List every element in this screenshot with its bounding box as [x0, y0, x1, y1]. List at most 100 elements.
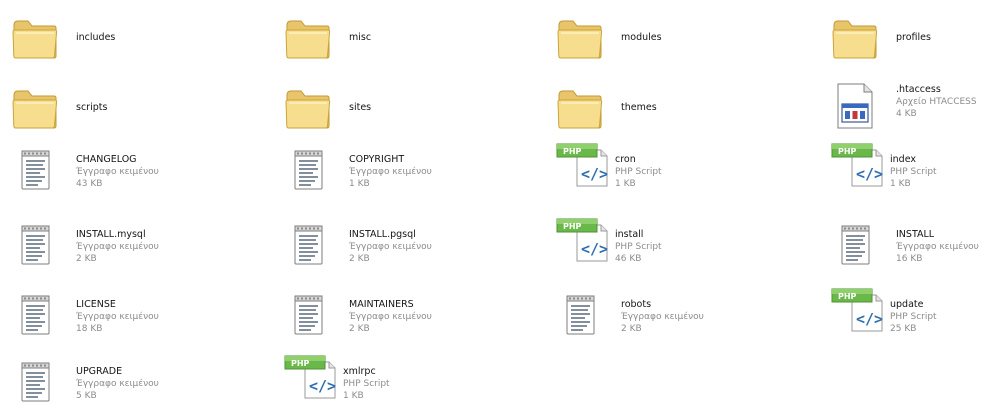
text-document-icon — [838, 223, 894, 283]
file-item-text: MAINTAINERS Έγγραφο κειμένου 2 KB — [349, 299, 524, 335]
file-type: PHP Script — [890, 312, 937, 322]
file-item-scripts[interactable]: scripts — [10, 84, 260, 144]
file-item-text: includes — [76, 32, 251, 44]
file-size: 1 KB — [349, 179, 370, 189]
php-script-icon: PHP </> — [555, 142, 611, 202]
text-document-icon — [291, 223, 347, 283]
folder-icon — [555, 86, 611, 146]
file-type: PHP Script — [890, 167, 937, 177]
file-item-install[interactable]: PHP </> install PHP Script 46 KB — [555, 218, 805, 283]
file-item-text: COPYRIGHT Έγγραφο κειμένου 1 KB — [349, 154, 524, 190]
file-item-text: modules — [621, 32, 796, 44]
text-document-icon — [291, 293, 347, 353]
file-item-xmlrpc[interactable]: PHP </> xmlrpc PHP Script 1 KB — [283, 355, 533, 415]
file-item-cron[interactable]: PHP </> cron PHP Script 1 KB — [555, 143, 805, 208]
file-item-upgrade[interactable]: UPGRADE Έγγραφο κειμένου 5 KB — [10, 360, 260, 415]
file-size: 25 KB — [890, 324, 917, 334]
text-document-icon — [18, 148, 74, 208]
file-name: cron — [615, 154, 636, 165]
file-item-update[interactable]: PHP </> update PHP Script 25 KB — [830, 288, 1006, 353]
file-item-misc[interactable]: misc — [283, 14, 533, 74]
htaccess-file-icon — [832, 82, 888, 142]
file-size: 1 KB — [890, 179, 911, 189]
file-item-includes[interactable]: includes — [10, 14, 260, 74]
file-item-text: sites — [349, 102, 524, 114]
svg-text:PHP: PHP — [838, 147, 857, 156]
file-item-text: CHANGELOG Έγγραφο κειμένου 43 KB — [76, 154, 251, 190]
file-name: MAINTAINERS — [349, 299, 414, 310]
file-item-text: update PHP Script 25 KB — [890, 299, 1006, 335]
file-type: Έγγραφο κειμένου — [76, 379, 159, 389]
file-item-copyright[interactable]: COPYRIGHT Έγγραφο κειμένου 1 KB — [283, 148, 533, 208]
file-type: Έγγραφο κειμένου — [76, 167, 159, 177]
svg-text:PHP: PHP — [563, 222, 582, 231]
file-name: scripts — [76, 102, 108, 113]
file-item-robots[interactable]: robots Έγγραφο κειμένου 2 KB — [555, 293, 805, 353]
file-name: modules — [621, 32, 662, 43]
file-name: robots — [621, 299, 652, 310]
file-name: update — [890, 299, 924, 310]
file-item-text: profiles — [896, 32, 1006, 44]
folder-icon — [283, 86, 339, 146]
file-name: misc — [349, 32, 372, 43]
svg-text:PHP: PHP — [838, 292, 857, 301]
file-name: xmlrpc — [343, 366, 376, 377]
file-item-text: UPGRADE Έγγραφο κειμένου 5 KB — [76, 366, 251, 402]
file-item-themes[interactable]: themes — [555, 84, 805, 144]
file-type: Έγγραφο κειμένου — [621, 312, 704, 322]
file-size: 4 KB — [896, 109, 917, 119]
file-item-install[interactable]: INSTALL Έγγραφο κειμένου 16 KB — [830, 223, 1006, 283]
file-size: 18 KB — [76, 324, 103, 334]
file-item-text: INSTALL Έγγραφο κειμένου 16 KB — [896, 229, 1006, 265]
file-name: INSTALL — [896, 229, 935, 240]
file-size: 2 KB — [349, 254, 370, 264]
file-type: Αρχείο HTACCESS — [896, 97, 977, 107]
file-item-text: misc — [349, 32, 524, 44]
svg-text:</>: </> — [856, 310, 883, 328]
file-name: .htaccess — [896, 84, 941, 95]
file-size: 2 KB — [621, 324, 642, 334]
file-size: 46 KB — [615, 254, 642, 264]
file-type: PHP Script — [615, 242, 662, 252]
file-item-text: install PHP Script 46 KB — [615, 229, 790, 265]
file-type: Έγγραφο κειμένου — [349, 312, 432, 322]
file-name: INSTALL.pgsql — [349, 229, 416, 240]
file-item-sites[interactable]: sites — [283, 84, 533, 144]
file-item-profiles[interactable]: profiles — [830, 14, 1006, 74]
text-document-icon — [18, 293, 74, 353]
file-item-text: robots Έγγραφο κειμένου 2 KB — [621, 299, 796, 335]
php-script-icon: PHP </> — [283, 354, 339, 414]
file-name: CHANGELOG — [76, 154, 137, 165]
file-name: install — [615, 229, 644, 240]
file-item-install-mysql[interactable]: INSTALL.mysql Έγγραφο κειμένου 2 KB — [10, 223, 260, 283]
file-size: 2 KB — [76, 254, 97, 264]
php-script-icon: PHP </> — [555, 217, 611, 277]
file-type: Έγγραφο κειμένου — [896, 242, 979, 252]
svg-text:</>: </> — [856, 165, 883, 183]
file-type: Έγγραφο κειμένου — [349, 167, 432, 177]
file-item-install-pgsql[interactable]: INSTALL.pgsql Έγγραφο κειμένου 2 KB — [283, 223, 533, 283]
file-name: profiles — [896, 32, 931, 43]
svg-text:</>: </> — [581, 240, 608, 258]
file-item-index[interactable]: PHP </> index PHP Script 1 KB — [830, 143, 1006, 208]
folder-icon — [555, 16, 611, 76]
file-list-view: includes misc modules profiles scripts sites t… — [0, 0, 1006, 415]
text-document-icon — [563, 293, 619, 353]
file-type: PHP Script — [615, 167, 662, 177]
file-item-license[interactable]: LICENSE Έγγραφο κειμένου 18 KB — [10, 293, 260, 353]
file-item-text: scripts — [76, 102, 251, 114]
text-document-icon — [18, 360, 74, 415]
file-name: UPGRADE — [76, 366, 123, 377]
file-type: Έγγραφο κειμένου — [76, 312, 159, 322]
file-item-changelog[interactable]: CHANGELOG Έγγραφο κειμένου 43 KB — [10, 148, 260, 208]
file-item-maintainers[interactable]: MAINTAINERS Έγγραφο κειμένου 2 KB — [283, 293, 533, 353]
php-script-icon: PHP </> — [830, 142, 886, 202]
text-document-icon — [18, 223, 74, 283]
folder-icon — [10, 16, 66, 76]
file-item-modules[interactable]: modules — [555, 14, 805, 74]
file-item-htaccess[interactable]: .htaccess Αρχείο HTACCESS 4 KB — [830, 82, 1006, 144]
file-size: 16 KB — [896, 254, 923, 264]
file-item-text: INSTALL.mysql Έγγραφο κειμένου 2 KB — [76, 229, 251, 265]
file-item-text: xmlrpc PHP Script 1 KB — [343, 366, 518, 402]
text-document-icon — [291, 148, 347, 208]
